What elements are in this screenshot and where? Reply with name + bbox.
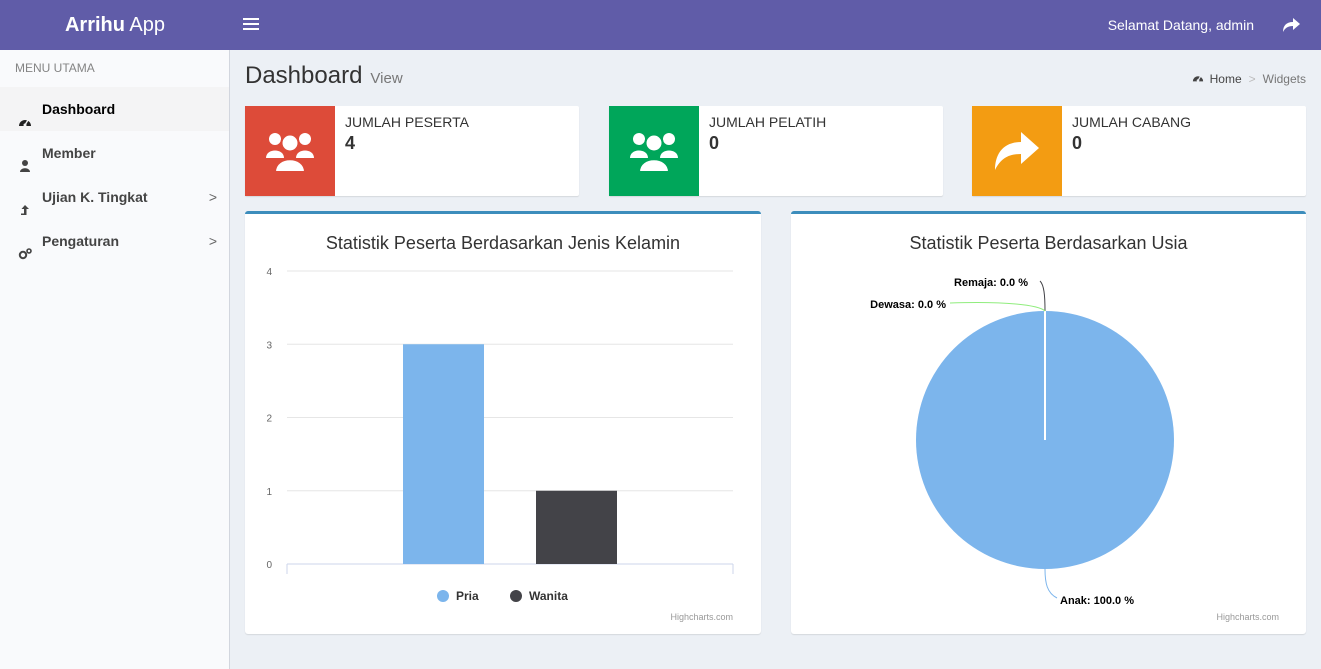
data-label-remaja: Remaja: 0.0 % [954,277,1028,289]
gender-chart-box: Statistik Peserta Berdasarkan Jenis Kela… [245,211,761,634]
chart-credits[interactable]: Highcharts.com [1216,612,1279,622]
brand-bold: Arrihu [64,14,125,36]
pie-chart: Anak: 100.0 % Remaja: 0.0 % Dewasa: 0.0 % [870,277,1174,607]
chevron-right-icon: > [208,189,217,205]
share-icon [972,106,1062,196]
level-up-icon [18,190,32,215]
info-box-peserta: JUMLAH PESERTA 4 [245,106,579,196]
data-label-connector [1044,568,1058,599]
legend-marker [510,590,522,602]
legend-label: Wanita [529,589,568,603]
y-tick-label: 3 [266,340,272,351]
breadcrumb-current: Widgets [1262,72,1306,86]
sidebar-item-label: Dashboard [42,101,116,117]
y-tick-label: 1 [266,487,272,498]
legend-item[interactable]: Wanita [510,589,568,603]
users-icon [609,106,699,196]
content-header: Dashboard View [245,62,403,90]
dashboard-icon [1192,72,1204,84]
page-subtitle: View [370,70,403,87]
sidebar: MENU UTAMA Dashboard Member Ujian K. Tin… [0,50,230,669]
share-icon[interactable] [1281,15,1301,35]
bar-wanita [536,490,617,564]
info-label: JUMLAH PESERTA [345,114,469,130]
y-tick-label: 4 [266,267,272,278]
sidebar-item-member[interactable]: Member [0,131,229,175]
sidebar-toggle-button[interactable] [243,15,259,35]
legend-item[interactable]: Pria [437,589,479,603]
users-icon [245,106,335,196]
sidebar-item-label: Ujian K. Tingkat [42,189,148,205]
data-label-connector [949,301,1046,312]
sidebar-item-ujian[interactable]: Ujian K. Tingkat > [0,175,229,219]
legend-label: Pria [456,589,479,603]
y-tick-label: 0 [266,560,272,571]
breadcrumb-home-link[interactable]: Home [1210,72,1242,86]
legend-marker [437,590,449,602]
dashboard-icon [18,102,32,127]
user-icon [18,146,32,172]
sidebar-item-label: Pengaturan [42,233,120,249]
y-tick-label: 2 [266,414,272,425]
brand-rest: App [124,14,166,36]
info-box-pelatih: JUMLAH PELATIH 0 [609,106,943,196]
sidebar-item-dashboard[interactable]: Dashboard [0,87,229,131]
welcome-text: Selamat Datang, admin [1107,17,1254,33]
breadcrumb-separator: > [1248,72,1256,86]
breadcrumb: Home > Widgets [1192,72,1306,86]
info-label: JUMLAH PELATIH [709,114,827,130]
data-label-dewasa: Dewasa: 0.0 % [870,299,946,311]
menu-header: MENU UTAMA [0,50,229,87]
info-value: 4 [345,133,356,153]
info-value: 0 [709,133,720,153]
sidebar-item-label: Member [42,145,96,161]
bar-pria [403,344,484,564]
chart-credits[interactable]: Highcharts.com [670,612,733,622]
age-chart-box: Statistik Peserta Berdasarkan Usia Anak:… [791,211,1306,634]
gears-icon [18,234,32,260]
info-value: 0 [1072,133,1083,153]
bar-chart: 0 1 2 3 4 Pria Wanita [266,267,734,603]
app-logo[interactable]: Arrihu App [0,0,230,50]
data-label-anak: Anak: 100.0 % [1060,595,1134,607]
info-label: JUMLAH CABANG [1072,114,1192,130]
sidebar-item-pengaturan[interactable]: Pengaturan > [0,219,229,263]
info-box-cabang: JUMLAH CABANG 0 [972,106,1306,196]
top-navbar: Arrihu App Selamat Datang, admin [0,0,1321,50]
chevron-right-icon: > [208,233,217,249]
page-title: Dashboard [245,62,363,89]
data-label-connector [1039,280,1046,312]
